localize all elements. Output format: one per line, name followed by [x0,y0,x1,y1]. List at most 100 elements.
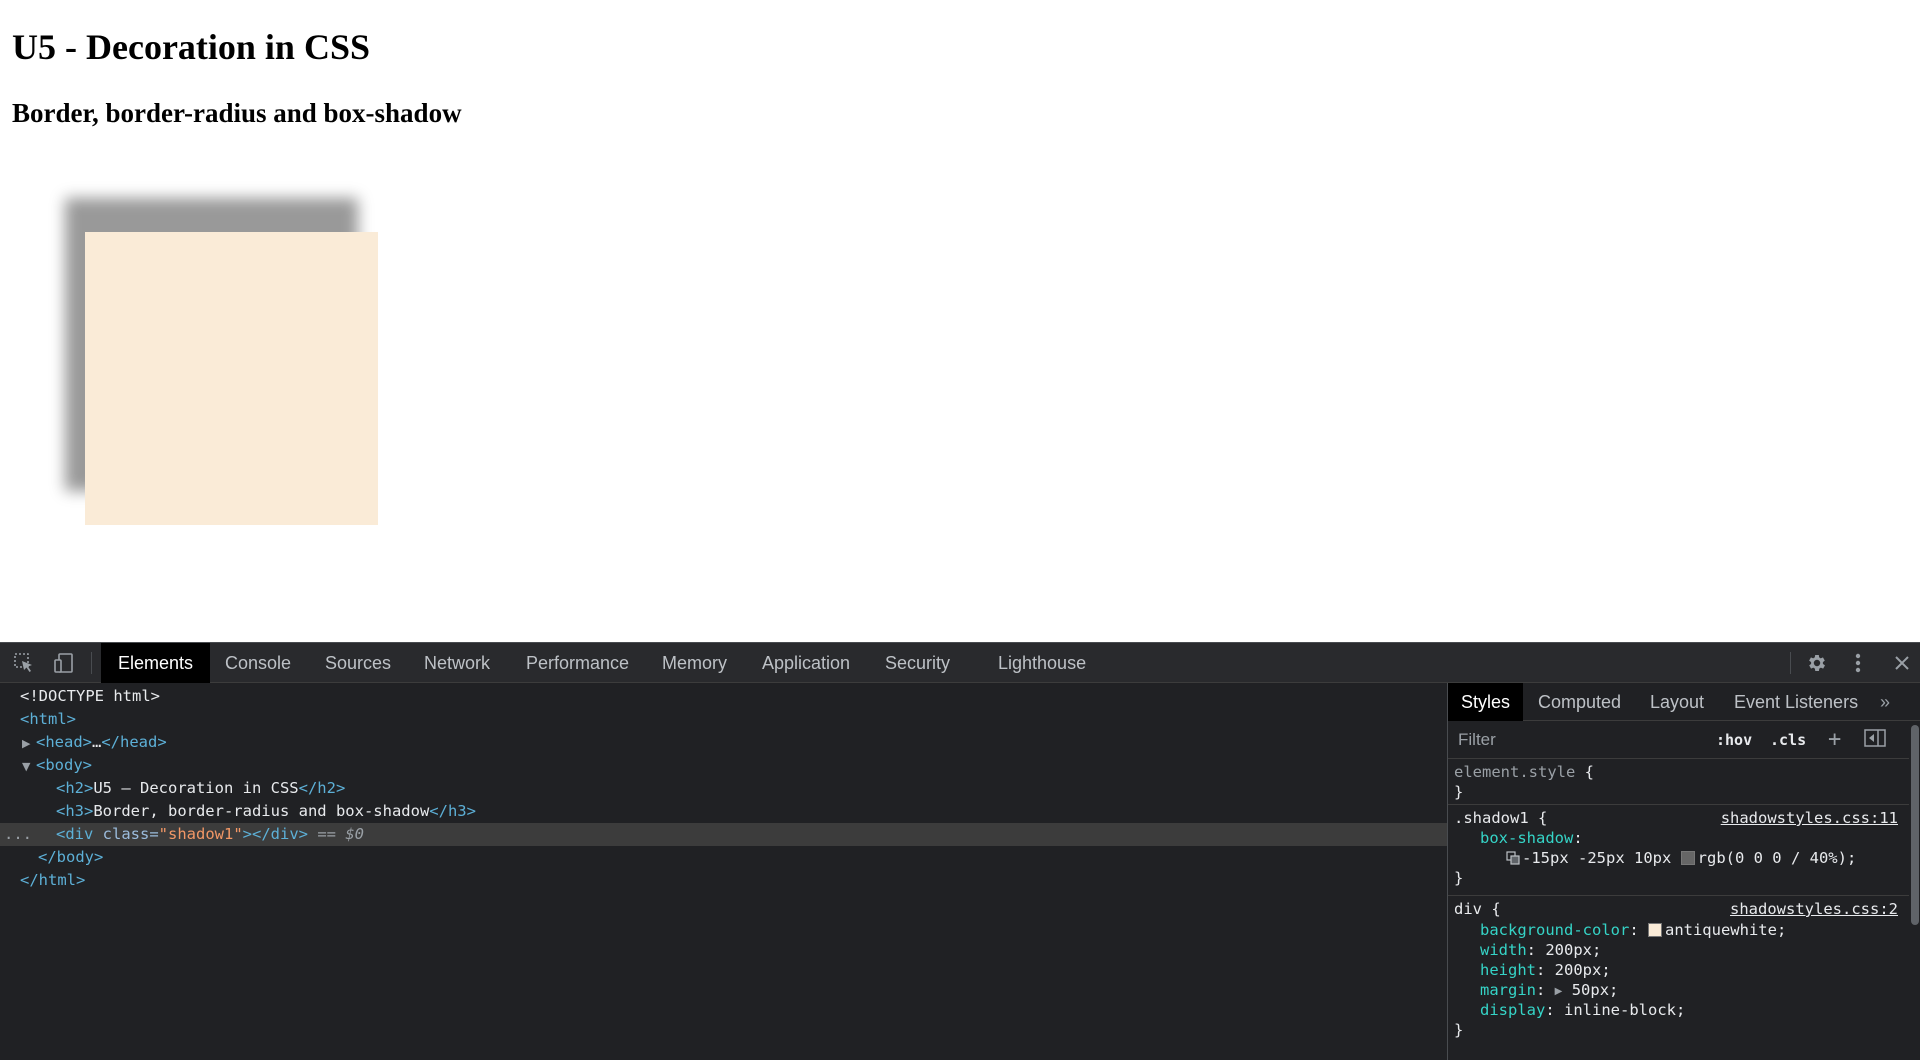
tab-event-listeners[interactable]: Event Listeners [1734,683,1858,721]
shadow-editor-icon[interactable] [1506,850,1520,865]
cls-toggle-button[interactable]: .cls [1770,728,1806,752]
open-brace: { [1491,900,1501,918]
box-shadow-declaration[interactable]: box-shadow: [1480,828,1583,848]
tab-security[interactable]: Security [885,643,950,683]
tab-sources[interactable]: Sources [325,643,391,683]
element-style-selector[interactable]: element.style [1454,763,1575,781]
h3-open-tag: <h3> [56,802,94,820]
page-subheading: Border, border-radius and box-shadow [12,98,462,128]
property-value: 50px; [1571,981,1619,999]
tab-styles[interactable]: Styles [1448,683,1524,721]
div-attr-name: class= [102,825,159,843]
color-swatch-icon[interactable] [1647,923,1662,937]
h2-text: U5 – Decoration in CSS [93,779,299,797]
dom-node-doctype[interactable]: <!DOCTYPE html> [0,685,1447,708]
property-name: box-shadow [1480,829,1574,847]
tab-lighthouse[interactable]: Lighthouse [998,643,1086,683]
head-open-tag: <head> [36,733,92,751]
styles-filter-input[interactable] [1452,726,1700,754]
property-name: height [1480,961,1536,979]
styles-scrollbar[interactable] [1909,721,1920,1060]
head-close-tag: </head> [101,733,167,751]
property-value: antiquewhite; [1664,921,1787,939]
property-name: display [1480,1001,1546,1019]
scrollbar-thumb[interactable] [1911,725,1919,925]
shadow-box [85,232,378,525]
rule-selector-line: div { [1454,899,1501,919]
dom-node-div-selected[interactable]: ... <div class="shadow1"></div> == $0 [0,823,1447,846]
shadow-offsets-value: -15px -25px 10px [1522,849,1672,867]
toggle-sidebar-icon[interactable] [1864,728,1886,752]
device-toolbar-icon[interactable] [46,643,82,683]
head-ellipsis: … [92,733,102,751]
width-declaration[interactable]: width: 200px; [1480,940,1601,960]
dom-node-h3[interactable]: <h3>Border, border-radius and box-shadow… [0,800,1447,823]
node-actions-icon[interactable]: ... [4,823,32,846]
h2-close-tag: </h2> [298,779,346,797]
background-color-declaration[interactable]: background-color: antiquewhite; [1480,920,1786,940]
collapse-triangle-icon[interactable]: ▼ [22,755,36,778]
property-value: 200px; [1545,941,1602,959]
color-swatch-icon[interactable] [1680,851,1695,865]
rule-shadow1: .shadow1 { shadowstyles.css:11 box-shado… [1448,805,1910,896]
source-link-shadowstyles-11[interactable]: shadowstyles.css:11 [1721,808,1898,828]
div-attr-value: "shadow1" [158,825,243,843]
dom-node-h2[interactable]: <h2>U5 – Decoration in CSS</h2> [0,777,1447,800]
h3-close-tag: </h3> [429,802,476,820]
devtools-toolbar: Elements Console Sources Network Perform… [0,642,1920,683]
open-brace: { [1538,809,1548,827]
styles-sidebar: Styles Computed Layout Event Listeners »… [1447,683,1920,1060]
rule-selector-line: .shadow1 { [1454,808,1547,828]
tab-network[interactable]: Network [424,643,490,683]
source-link-shadowstyles-2[interactable]: shadowstyles.css:2 [1730,899,1898,919]
box-shadow-value-line[interactable]: -15px -25px 10px rgb(0 0 0 / 40%); [1506,848,1856,868]
dom-node-body-close[interactable]: </body> [0,846,1447,869]
property-value: inline-block; [1564,1001,1686,1019]
body-close-tag: </body> [38,848,104,866]
tab-computed[interactable]: Computed [1538,683,1621,721]
tab-console[interactable]: Console [225,643,291,683]
tab-application[interactable]: Application [762,643,850,683]
dom-node-head[interactable]: ▶ <head>…</head> [0,731,1447,754]
rule-div: div { shadowstyles.css:2 background-colo… [1448,896,1910,1060]
doctype-text: <!DOCTYPE html> [20,687,160,705]
property-name: background-color [1480,921,1630,939]
sidebar-tabs: Styles Computed Layout Event Listeners » [1448,683,1920,721]
hov-toggle-button[interactable]: :hov [1716,728,1752,752]
more-tabs-chevron-icon[interactable]: » [1880,683,1890,721]
display-declaration[interactable]: display: inline-block; [1480,1000,1685,1020]
dom-node-html-close[interactable]: </html> [0,869,1447,892]
tab-performance[interactable]: Performance [526,643,629,683]
rule-element-style: element.style { } [1448,759,1910,805]
property-name: margin [1480,981,1536,999]
tab-layout[interactable]: Layout [1650,683,1704,721]
div-close-tag: ></div> [242,825,308,843]
inspect-element-icon[interactable] [6,643,42,683]
new-style-rule-icon[interactable]: + [1828,728,1841,752]
margin-declaration[interactable]: margin: ▶ 50px; [1480,980,1618,1000]
close-icon[interactable] [1884,643,1920,683]
shadow-color-value: rgb(0 0 0 / 40%); [1697,849,1857,867]
expand-triangle-icon[interactable]: ▶ [22,732,36,755]
toolbar-separator [91,652,92,674]
selected-node-marker: == $0 [317,825,365,843]
html-close-tag: </html> [20,871,86,889]
property-value: 200px; [1554,961,1611,979]
dom-node-html[interactable]: <html> [0,708,1447,731]
h2-open-tag: <h2> [56,779,94,797]
html-tag: <html> [20,710,76,728]
dom-node-body[interactable]: ▼ <body> [0,754,1447,777]
elements-dom-tree: <!DOCTYPE html> <html> ▶ <head>…</head> ▼… [0,683,1447,1060]
tab-elements[interactable]: Elements [101,643,211,683]
open-brace: { [1584,763,1595,781]
height-declaration[interactable]: height: 200px; [1480,960,1611,980]
more-options-icon[interactable] [1840,643,1876,683]
div-open-tag: <div [56,825,103,843]
tab-memory[interactable]: Memory [662,643,727,683]
div-selector[interactable]: div [1454,900,1482,918]
devtools-panel: Elements Console Sources Network Perform… [0,642,1920,1060]
styles-filter-bar: :hov .cls + [1448,721,1910,759]
shadow1-selector[interactable]: .shadow1 [1454,809,1529,827]
settings-icon[interactable] [1799,643,1835,683]
body-open-tag: <body> [36,756,92,774]
